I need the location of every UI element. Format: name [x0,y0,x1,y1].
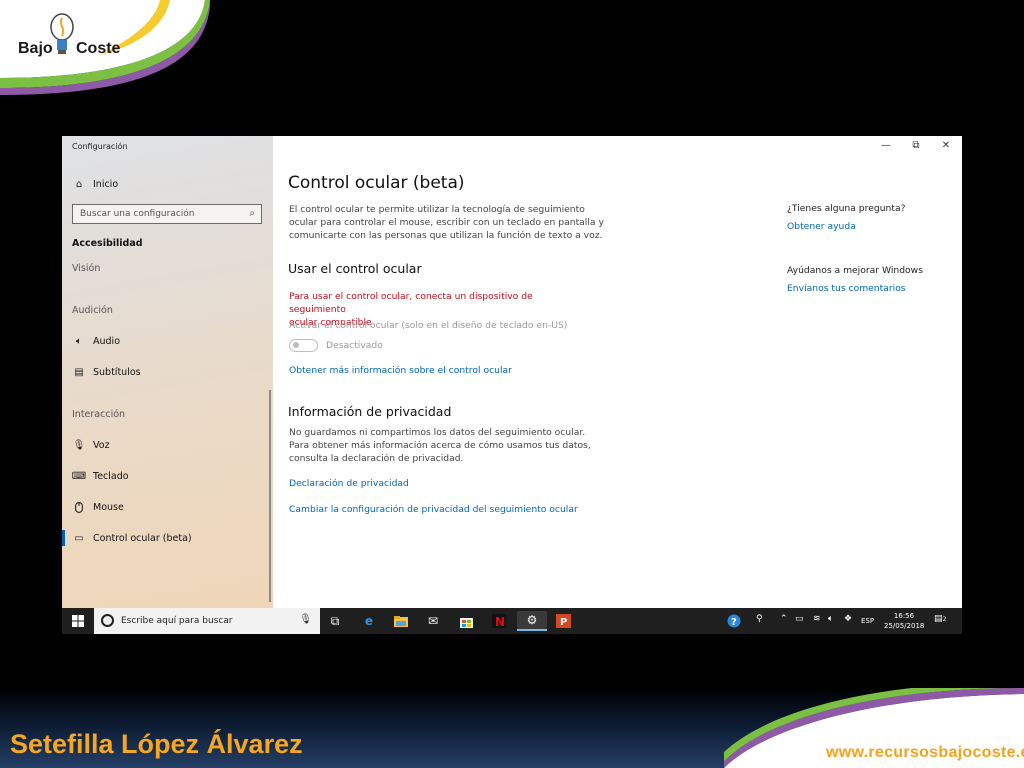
privacy-text: No guardamos ni compartimos los datos de… [289,426,591,465]
search-icon: ⌕ [249,208,255,219]
privacy-line: No guardamos ni compartimos los datos de… [289,427,586,438]
sidebar-item-label: Audio [93,335,121,347]
activate-label: Activar el control ocular (solo en el di… [289,320,568,331]
sidebar-item-eye-control[interactable]: ▭ Control ocular (beta) [62,528,267,548]
sidebar-item-label: Control ocular (beta) [93,532,192,544]
clock-time: 16:56 [893,612,915,620]
search-input[interactable]: Buscar una configuración ⌕ [72,204,262,224]
close-button[interactable]: ✕ [936,140,956,151]
microphone-icon[interactable]: 🎙︎ [299,614,312,625]
sidebar-item-keyboard[interactable]: ⌨︎ Teclado [72,466,267,486]
sidebar-item-label: Inicio [93,178,119,190]
logo-text-right: Coste [76,40,121,57]
volume-icon[interactable]: 🔈︎ [828,614,833,624]
minimize-button[interactable]: — [876,140,896,151]
category-title: Accesibilidad [72,238,143,249]
sidebar-item-mouse[interactable]: Mouse [72,497,267,517]
clock-date: 25/05/2018 [884,622,925,630]
windows-start-icon[interactable] [67,611,89,631]
wifi-icon[interactable]: ≋ [813,614,821,624]
author-name: Setefilla López Álvarez [10,729,303,759]
sidebar-item-label: Visión [72,262,101,274]
notifications-icon[interactable]: ▤2 [934,614,946,624]
edge-icon[interactable]: e [358,611,380,631]
network-icon[interactable]: ▭ [795,614,804,624]
language-indicator[interactable]: ESP [861,617,874,625]
settings-gear-icon[interactable]: ⚙ [517,611,547,631]
get-help-link[interactable]: Obtener ayuda [787,221,856,232]
speaker-icon: 🔈︎ [76,335,82,347]
privacy-header: Información de privacidad [288,404,452,419]
eye-control-toggle[interactable] [289,339,318,352]
help-icon[interactable]: ? [723,611,745,631]
sidebar-scrollbar[interactable] [269,390,271,602]
task-view-icon[interactable]: ⧉ [324,611,346,631]
privacy-line: consulta la declaración de privacidad. [289,453,464,464]
question-heading: ¿Tienes alguna pregunta? [787,203,906,214]
intro-line: comunicarte con las personas que utiliza… [289,230,603,241]
sidebar-item-audio[interactable]: 🔈︎ Audio [72,331,267,351]
privacy-statement-link[interactable]: Declaración de privacidad [289,478,409,489]
settings-window: Configuración ⌂ Inicio Buscar una config… [62,136,962,608]
intro-text: El control ocular te permite utilizar la… [289,203,604,242]
slide: Bajo Coste Configuración ⌂ Inicio Buscar… [0,0,1024,768]
taskbar: Escribe aquí para buscar 🎙︎ ⧉ e ✉ N ⚙ P … [62,608,962,634]
chevron-up-icon[interactable]: ⌃ [780,614,788,624]
sidebar-item-subtitles[interactable]: ▤ Subtítulos [72,362,267,382]
subtitles-icon: ▤ [74,366,84,378]
home-icon: ⌂ [75,178,83,190]
powerpoint-icon[interactable]: P [552,611,574,631]
taskbar-search-placeholder: Escribe aquí para buscar [121,616,233,626]
restore-button[interactable]: ⧉ [906,140,926,151]
website-url: www.recursosbajocoste.es [826,744,1024,761]
group-header-audition: Audición [72,305,113,316]
warning-line: Para usar el control ocular, conecta un … [289,291,533,315]
svg-text:P: P [560,617,567,628]
sidebar-item-label: Mouse [93,501,124,513]
people-icon[interactable]: ⚲ [756,614,763,624]
notification-count: 2 [942,616,947,623]
logo-text-left: Bajo [18,40,53,57]
search-placeholder: Buscar una configuración [80,209,195,219]
eye-control-icon: ▭ [74,532,84,544]
keyboard-icon: ⌨︎ [71,470,87,482]
svg-text:?: ? [731,617,737,628]
intro-line: El control ocular te permite utilizar la… [289,204,585,215]
privacy-line: Para obtener más información acerca de c… [289,440,591,451]
sidebar-item-label: Voz [93,439,110,451]
feedback-link[interactable]: Envíanos tus comentarios [787,283,906,294]
toggle-state: Desactivado [326,340,383,351]
svg-text:N: N [495,615,505,628]
app-title: Configuración [72,142,128,151]
improve-heading: Ayúdanos a mejorar Windows [787,265,923,276]
store-icon[interactable] [455,611,477,631]
sidebar-item-voice[interactable]: 🎙︎ Voz [72,435,267,455]
intro-line: ocular para controlar el mouse, escribir… [289,217,604,228]
toggle-knob [293,342,299,348]
use-eye-control-header: Usar el control ocular [288,261,422,276]
clock[interactable]: 16:56 25/05/2018 [884,611,924,631]
sidebar-item-home[interactable]: ⌂ Inicio [72,174,267,194]
sidebar-item-label: Subtítulos [93,366,141,378]
file-explorer-icon[interactable] [390,611,412,631]
netflix-icon[interactable]: N [488,611,510,631]
more-info-link[interactable]: Obtener más información sobre el control… [289,365,512,376]
group-header-interaction: Interacción [72,409,126,420]
mail-icon[interactable]: ✉ [422,611,444,631]
dropbox-icon[interactable]: ❖ [844,614,852,624]
cortana-icon [101,614,114,627]
taskbar-search-input[interactable]: Escribe aquí para buscar 🎙︎ [94,608,320,634]
mouse-icon [72,501,86,513]
microphone-icon: 🎙︎ [72,439,86,451]
sidebar: Configuración ⌂ Inicio Buscar una config… [62,136,273,608]
page-title: Control ocular (beta) [288,173,465,193]
privacy-settings-link[interactable]: Cambiar la configuración de privacidad d… [289,504,578,515]
sidebar-item-label: Teclado [93,470,129,482]
sidebar-item-vision[interactable]: Visión [72,258,267,278]
